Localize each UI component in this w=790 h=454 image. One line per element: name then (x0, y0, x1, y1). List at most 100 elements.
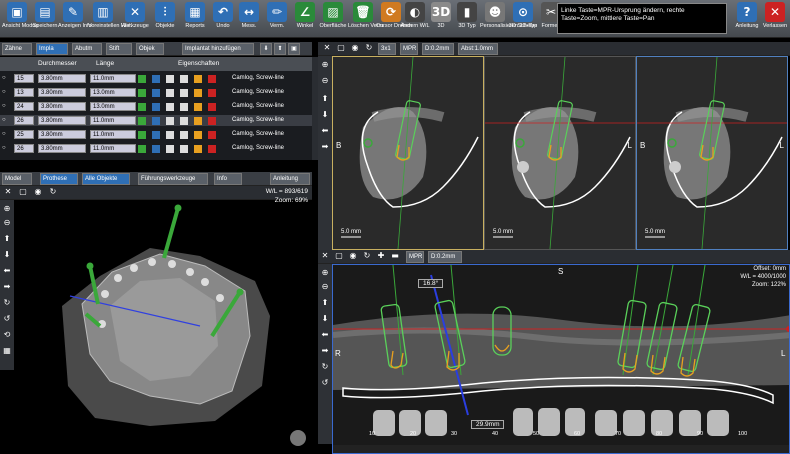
view3d-panel[interactable]: W/L = 893/619 Zoom: 69% (0, 186, 312, 454)
diameter-field[interactable]: 3.80mm (38, 102, 86, 111)
toolbar-button-save[interactable]: ▤ Speichern (30, 2, 60, 36)
settings-icon[interactable] (194, 88, 202, 97)
arrow-right-icon[interactable]: ➡ (320, 346, 330, 356)
arrow-up-icon[interactable]: ⬆ (320, 94, 330, 104)
toolbar-button-implant-objects[interactable]: ⫶ Objekte (150, 2, 180, 36)
arrow-right-icon[interactable]: ➡ (2, 282, 12, 292)
move-up-icon[interactable]: ⬆ (274, 43, 286, 55)
radio-button[interactable]: ○ (2, 115, 10, 126)
canal-icon[interactable] (180, 102, 188, 111)
arrow-left-icon[interactable]: ⬅ (320, 126, 330, 136)
model-toggle[interactable]: Model (2, 173, 32, 185)
canal-icon[interactable] (180, 130, 188, 139)
table-row[interactable]: ○ 26 3.80mm 11.0mm Camlog, Screw-line (0, 115, 312, 126)
expand-icon[interactable]: ▢ (334, 251, 344, 261)
implant-id-field[interactable]: 24 (14, 102, 34, 111)
3d-small-icon[interactable]: ▦ (2, 346, 12, 356)
table-row[interactable]: ○ 13 3.80mm 13.0mm Camlog, Screw-line (0, 87, 312, 98)
radio-button[interactable]: ○ (2, 129, 10, 140)
implant-id-field[interactable]: 26 (14, 116, 34, 125)
lock-icon[interactable] (166, 144, 174, 153)
implant-id-field[interactable]: 13 (14, 88, 34, 97)
prosthesis-toggle[interactable]: Prothese (40, 173, 78, 185)
arrow-up-icon[interactable]: ⬆ (320, 298, 330, 308)
diameter-field[interactable]: 3.80mm (38, 130, 86, 139)
toolbar-button-3d-slice[interactable]: ⊙ 3D Scheibe (508, 2, 538, 36)
lock-icon[interactable] (166, 102, 174, 111)
toolbar-button-delete[interactable]: 🗑 Löschen Verm. (348, 2, 385, 36)
zoom-in-icon[interactable]: ⊕ (320, 268, 330, 278)
rotate-ccw-icon[interactable]: ↺ (2, 314, 12, 324)
implant-id-field[interactable]: 25 (14, 130, 34, 139)
toolbar-button-histogram[interactable]: ▥ Voreinstellen Hist. (88, 2, 132, 36)
lock-icon[interactable] (166, 130, 174, 139)
delete-icon[interactable] (208, 130, 216, 139)
toolbar-button-reports[interactable]: ▦ Reports (180, 2, 210, 36)
color-swatch-icon[interactable] (138, 102, 146, 111)
cross-section-canvas[interactable] (485, 57, 635, 249)
settings-icon[interactable] (194, 74, 202, 83)
reset-icon[interactable]: ↻ (362, 251, 372, 261)
toolbar-button-pen[interactable]: ✏ Verm. (262, 2, 292, 36)
help-button[interactable]: ? Anleitung (732, 2, 762, 36)
camera-icon[interactable]: ◉ (348, 251, 358, 261)
rotate-cw-icon[interactable]: ↻ (2, 298, 12, 308)
implant-id-field[interactable]: 26 (14, 144, 34, 153)
spin-icon[interactable]: ⟲ (2, 330, 12, 340)
canal-icon[interactable] (180, 144, 188, 153)
table-row[interactable]: ○ 25 3.80mm 11.0mm Camlog, Screw-line (0, 129, 312, 140)
radio-button[interactable]: ○ (2, 143, 10, 154)
cross-section-view[interactable]: B L 5.0 mm (636, 56, 788, 250)
canal-icon[interactable] (180, 116, 188, 125)
lock-icon[interactable] (166, 74, 174, 83)
color-swatch-icon[interactable] (138, 74, 146, 83)
visibility-icon[interactable] (152, 88, 160, 97)
length-field[interactable]: 13.0mm (90, 102, 136, 111)
toolbar-button-surface[interactable]: ▨ Oberfläche (318, 2, 348, 36)
color-swatch-icon[interactable] (138, 144, 146, 153)
color-swatch-icon[interactable] (138, 130, 146, 139)
diameter-field[interactable]: 3.80mm (38, 144, 86, 153)
cross-section-view[interactable]: L 5.0 mm (484, 56, 636, 250)
toolbar-button-view-mode[interactable]: ▣ Ansicht Modus (2, 2, 38, 36)
toolbar-button-personalize-3d[interactable]: ☻ Personalisieren 3D-Typ (480, 2, 537, 36)
tab-teeth[interactable]: Zähne (2, 43, 32, 55)
radio-button[interactable]: ○ (2, 101, 10, 112)
implant-id-field[interactable]: 15 (14, 74, 34, 83)
settings-icon[interactable] (194, 116, 202, 125)
pano-view[interactable]: S R L Offset: 0mm W/L = 4000/1000 Zoom: … (332, 264, 790, 454)
settings-icon[interactable] (194, 102, 202, 111)
zoom-out-icon[interactable]: ⊖ (320, 76, 330, 86)
table-row[interactable]: ○ 24 3.80mm 13.0mm Camlog, Screw-line (0, 101, 312, 112)
lock-icon[interactable]: ▣ (288, 43, 300, 55)
mpr-button[interactable]: MPR (406, 251, 424, 263)
guide-button[interactable]: Anleitung (270, 173, 310, 185)
diameter-field[interactable]: 3.80mm (38, 74, 86, 83)
reset-icon[interactable]: ↻ (364, 43, 374, 53)
delete-icon[interactable] (208, 88, 216, 97)
settings-icon[interactable] (194, 130, 202, 139)
diameter-field[interactable]: 3.80mm (38, 116, 86, 125)
delete-icon[interactable] (208, 74, 216, 83)
tab-implants[interactable]: Impla (36, 43, 68, 55)
mpr-button[interactable]: MPR (400, 43, 418, 55)
toolbar-button-tools[interactable]: ✕ Werkzeuge (120, 2, 150, 36)
diameter-field[interactable]: 3.80mm (38, 88, 86, 97)
arrow-up-icon[interactable]: ⬆ (2, 234, 12, 244)
tools-icon[interactable]: ✕ (320, 251, 330, 261)
move-down-icon[interactable]: ⬇ (260, 43, 272, 55)
toolbar-button-angle[interactable]: ∠ Winkel (290, 2, 320, 36)
camera-icon[interactable]: ◉ (350, 43, 360, 53)
zoom-in-icon[interactable]: ⊕ (2, 204, 12, 214)
settings-icon[interactable] (194, 144, 202, 153)
toolbar-button-info[interactable]: ✎ Anzeigen Info (58, 2, 92, 36)
tab-abutments[interactable]: Abutm (72, 43, 102, 55)
canal-icon[interactable] (180, 74, 188, 83)
expand-icon[interactable]: ▢ (336, 43, 346, 53)
view3d-canvas[interactable] (0, 186, 312, 454)
lock-icon[interactable] (166, 116, 174, 125)
zoom-out-icon[interactable]: ⊖ (320, 282, 330, 292)
length-field[interactable]: 11.0mm (90, 74, 136, 83)
table-row[interactable]: ○ 26 3.80mm 11.0mm Camlog, Screw-line (0, 143, 312, 154)
visibility-icon[interactable] (152, 116, 160, 125)
